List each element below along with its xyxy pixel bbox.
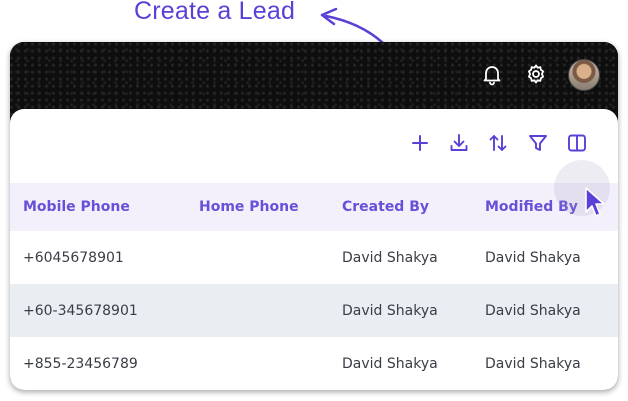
column-header-home-phone[interactable]: Home Phone — [199, 183, 299, 231]
app-window: Mobile Phone Home Phone Created By Modif… — [10, 42, 618, 390]
mobile-phone-cell: +6045678901 — [23, 249, 124, 266]
plus-icon[interactable] — [408, 131, 432, 155]
table-row[interactable]: +855-23456789 David Shakya David Shakya — [10, 337, 618, 390]
column-header-created-by[interactable]: Created By — [342, 183, 429, 231]
columns-icon[interactable] — [565, 131, 589, 155]
leads-panel: Mobile Phone Home Phone Created By Modif… — [10, 109, 618, 390]
created-by-cell: David Shakya — [342, 249, 438, 266]
filter-icon[interactable] — [526, 131, 550, 155]
avatar[interactable] — [568, 59, 600, 91]
modified-by-cell: David Shakya — [485, 249, 581, 266]
column-header-mobile-phone[interactable]: Mobile Phone — [23, 183, 130, 231]
mobile-phone-cell: +60-345678901 — [23, 302, 138, 319]
created-by-cell: David Shakya — [342, 355, 438, 372]
table-header-row: Mobile Phone Home Phone Created By Modif… — [10, 183, 618, 231]
mouse-cursor-icon — [585, 187, 605, 217]
bell-icon[interactable] — [480, 62, 504, 86]
sort-icon[interactable] — [486, 131, 510, 155]
mobile-phone-cell: +855-23456789 — [23, 355, 138, 372]
gear-icon[interactable] — [524, 62, 548, 86]
leads-table: Mobile Phone Home Phone Created By Modif… — [10, 183, 618, 390]
table-row[interactable]: +6045678901 David Shakya David Shakya — [10, 231, 618, 284]
modified-by-cell: David Shakya — [485, 302, 581, 319]
download-icon[interactable] — [447, 131, 471, 155]
table-row[interactable]: +60-345678901 David Shakya David Shakya — [10, 284, 618, 337]
modified-by-cell: David Shakya — [485, 355, 581, 372]
create-lead-annotation: Create a Lead — [134, 0, 296, 25]
created-by-cell: David Shakya — [342, 302, 438, 319]
